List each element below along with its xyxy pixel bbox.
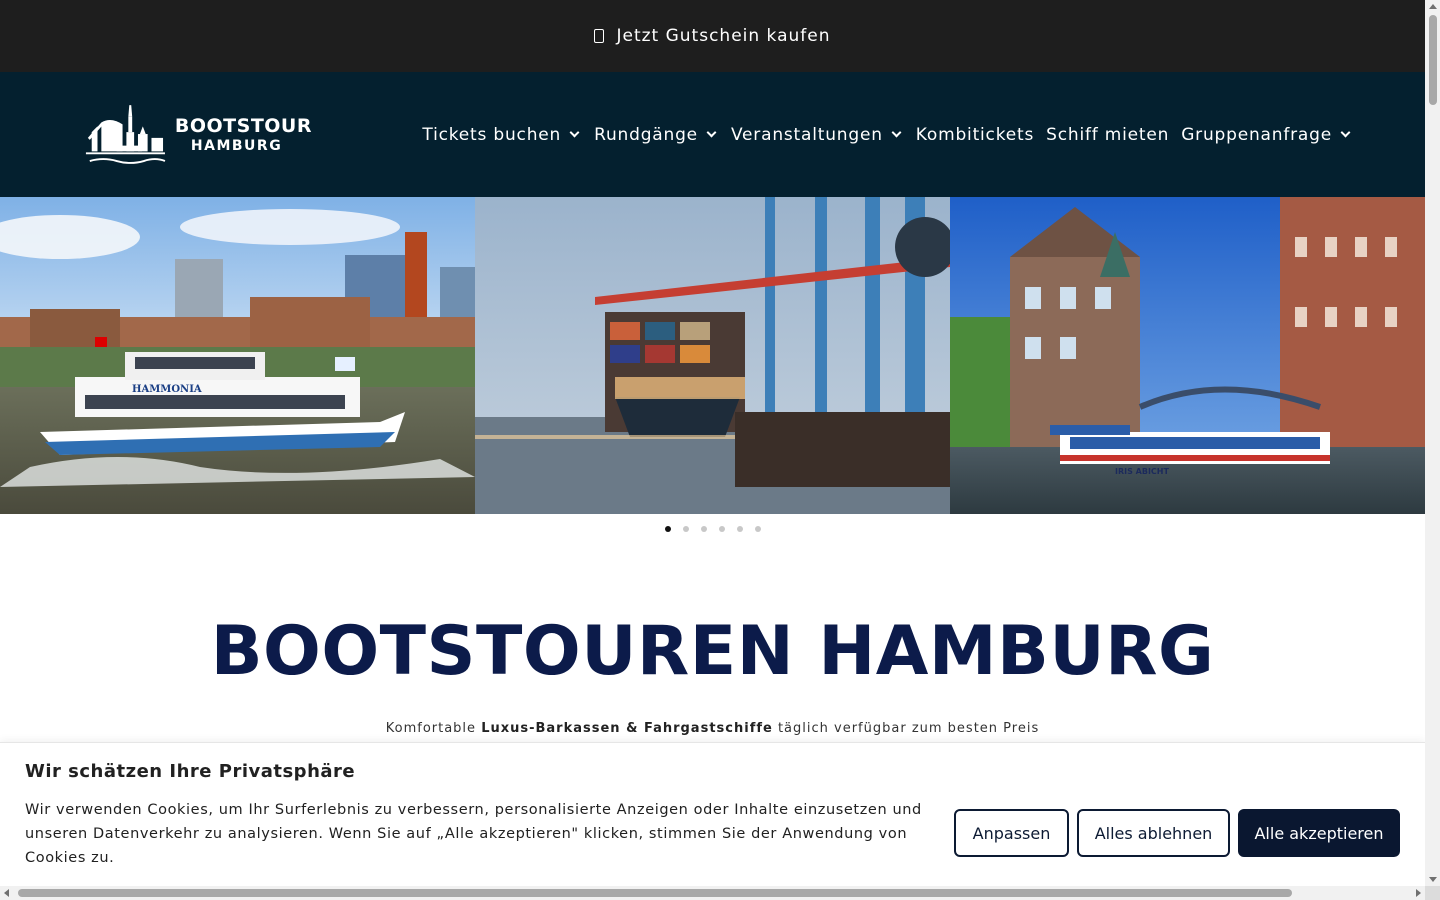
slider-dot-5[interactable] <box>736 526 743 532</box>
nav-item-label: Gruppenanfrage <box>1181 124 1332 145</box>
gift-icon <box>594 29 605 43</box>
scroll-right-arrow-icon[interactable] <box>1416 889 1421 897</box>
slide-ship-hammonia[interactable]: HAMMONIA <box>0 197 475 514</box>
subtitle-pre: Komfortable <box>385 721 482 736</box>
hero-slider[interactable]: HAMMONIA IRIS ABICHT <box>0 197 1425 514</box>
nav-item-label: Schiff mieten <box>1046 124 1170 145</box>
cookie-reject-all-button[interactable]: Alles ablehnen <box>1077 809 1230 857</box>
cookie-title: Wir schätzen Ihre Privatsphäre <box>25 761 356 782</box>
nav-item-tickets-buchen[interactable]: Tickets buchen <box>422 125 582 145</box>
boat-name-label: HAMMONIA <box>132 384 202 395</box>
nav-item-veranstaltungen[interactable]: Veranstaltungen <box>731 125 904 145</box>
cookie-accept-all-button[interactable]: Alle akzeptieren <box>1238 809 1400 857</box>
horizontal-scroll-thumb[interactable] <box>18 889 1292 897</box>
slider-dot-4[interactable] <box>718 526 725 532</box>
promo-bar[interactable]: Jetzt Gutschein kaufen <box>0 0 1425 72</box>
boat-name-label: IRIS ABICHT <box>1115 467 1169 476</box>
logo-skyline-icon <box>85 104 166 164</box>
cookie-banner: Wir schätzen Ihre Privatsphäre Wir verwe… <box>0 742 1425 886</box>
site-logo[interactable]: BOOTSTOUR HAMBURG <box>72 91 312 179</box>
vertical-scrollbar[interactable] <box>1425 0 1440 886</box>
cookie-text: Wir verwenden Cookies, um Ihr Surferlebn… <box>25 802 922 866</box>
site-header: BOOTSTOUR HAMBURG Tickets buchen Rundgän… <box>0 72 1425 197</box>
page-subtitle: Komfortable Luxus-Barkassen & Fahrgastsc… <box>0 721 1425 736</box>
chevron-down-icon <box>891 127 902 138</box>
chevron-down-icon <box>569 127 580 138</box>
logo-wordmark: BOOTSTOUR HAMBURG <box>174 114 312 154</box>
page-title: BOOTSTOUREN HAMBURG <box>210 612 1215 691</box>
subtitle-bold: Luxus-Barkassen & Fahrgastschiffe <box>481 721 773 736</box>
main-nav: Tickets buchen Rundgänge Veranstaltungen… <box>422 72 1353 197</box>
nav-item-gruppenanfrage[interactable]: Gruppenanfrage <box>1181 125 1353 145</box>
slide-container-terminal[interactable] <box>475 197 950 514</box>
logo-line-2: HAMBURG <box>190 137 283 154</box>
nav-item-kombitickets[interactable]: Kombitickets <box>916 125 1034 145</box>
nav-item-label: Veranstaltungen <box>730 124 883 145</box>
slider-pagination <box>0 526 1425 532</box>
slide-speicherstadt-barkasse[interactable]: IRIS ABICHT <box>950 197 1425 514</box>
vertical-scroll-thumb[interactable] <box>1429 15 1437 105</box>
chevron-down-icon <box>706 127 717 138</box>
slider-dot-2[interactable] <box>682 526 689 532</box>
scroll-left-arrow-icon[interactable] <box>4 889 9 897</box>
subtitle-post: täglich verfügbar zum besten Preis <box>772 721 1040 736</box>
logo-line-1: BOOTSTOUR <box>174 114 312 137</box>
promo-text[interactable]: Jetzt Gutschein kaufen <box>616 26 830 46</box>
slider-dot-1[interactable] <box>664 526 671 532</box>
nav-item-label: Rundgänge <box>594 124 698 145</box>
cookie-customize-button[interactable]: Anpassen <box>954 809 1069 857</box>
slider-dot-6[interactable] <box>754 526 761 532</box>
scrollbar-corner <box>1425 886 1440 900</box>
horizontal-scrollbar[interactable] <box>0 886 1425 900</box>
scroll-down-arrow-icon[interactable] <box>1429 877 1437 882</box>
nav-item-rundgaenge[interactable]: Rundgänge <box>594 125 719 145</box>
nav-item-label: Tickets buchen <box>422 124 562 145</box>
nav-item-label: Kombitickets <box>915 124 1035 145</box>
chevron-down-icon <box>1340 127 1351 138</box>
nav-item-schiff-mieten[interactable]: Schiff mieten <box>1046 125 1169 145</box>
slider-dot-3[interactable] <box>700 526 707 532</box>
page: Jetzt Gutschein kaufen BOOTSTOUR HAMBURG… <box>0 0 1425 886</box>
scroll-up-arrow-icon[interactable] <box>1429 4 1437 9</box>
